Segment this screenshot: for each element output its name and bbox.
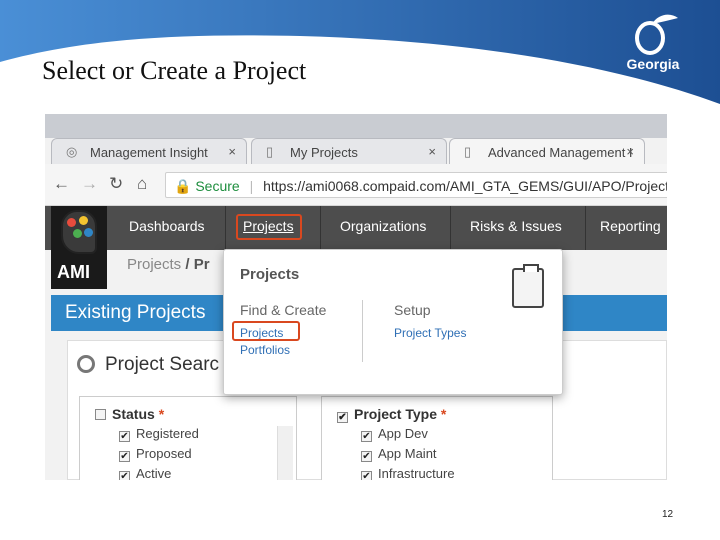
projects-link-highlight xyxy=(232,321,300,341)
secure-label: Secure xyxy=(195,178,240,194)
type-option[interactable]: ✔ Infrastructure xyxy=(361,466,455,480)
lock-icon: 🔒 xyxy=(174,178,192,194)
tab-management-insight[interactable]: ◎ Management Insight × xyxy=(51,138,247,166)
search-title: Project Searc xyxy=(105,354,220,375)
page-number: 12 xyxy=(662,509,674,520)
slide-title: Select or Create a Project xyxy=(42,56,307,85)
tab-label: Management Insight xyxy=(90,145,208,160)
nav-dashboards[interactable]: Dashboards xyxy=(129,218,205,234)
tab-strip xyxy=(45,114,667,138)
forward-icon[interactable]: → xyxy=(81,174,98,194)
status-scrollbar[interactable] xyxy=(277,426,293,480)
nav-organizations[interactable]: Organizations xyxy=(340,218,426,234)
find-create-heading: Find & Create xyxy=(240,302,327,318)
type-option[interactable]: ✔ App Maint xyxy=(361,446,437,462)
menu-divider xyxy=(362,300,363,362)
setup-heading: Setup xyxy=(394,302,431,318)
tab-label: My Projects xyxy=(290,145,358,160)
close-icon[interactable]: × xyxy=(626,144,634,159)
type-select-all-checkbox[interactable]: ✔ xyxy=(337,412,348,423)
clipboard-icon xyxy=(512,264,544,308)
breadcrumb-separator: / xyxy=(185,256,190,273)
status-option[interactable]: ✔ Registered xyxy=(119,426,199,442)
projects-dropdown-menu: Projects Find & Create Projects Portfoli… xyxy=(223,249,563,395)
nav-risks-issues[interactable]: Risks & Issues xyxy=(470,218,562,234)
nav-reporting[interactable]: Reporting xyxy=(600,218,661,234)
status-option[interactable]: ✔ Proposed xyxy=(119,446,192,462)
projects-nav-highlight xyxy=(236,214,302,240)
type-option[interactable]: ✔ App Dev xyxy=(361,426,428,442)
reload-icon[interactable]: ↻ xyxy=(109,174,123,194)
section-title: Existing Projects xyxy=(65,302,206,323)
search-icon xyxy=(77,355,95,373)
dropdown-title: Projects xyxy=(240,266,300,283)
ami-logo-text: AMI xyxy=(57,262,90,282)
peach-icon xyxy=(635,14,678,55)
breadcrumb-current: Pr xyxy=(193,256,210,273)
status-option[interactable]: ✔ Active xyxy=(119,466,171,480)
home-icon[interactable]: ⌂ xyxy=(137,174,147,194)
menu-link-project-types[interactable]: Project Types xyxy=(394,326,466,340)
close-icon[interactable]: × xyxy=(428,144,436,159)
address-bar[interactable]: 🔒 Secure | https://ami0068.compaid.com/A… xyxy=(165,172,667,198)
page-icon: ▯ xyxy=(266,144,274,159)
back-icon[interactable]: ← xyxy=(53,174,70,194)
globe-icon: ◎ xyxy=(66,144,78,159)
brain-icon xyxy=(61,210,97,254)
tab-my-projects[interactable]: ▯ My Projects × xyxy=(251,138,447,166)
tab-label: Advanced Management I xyxy=(488,145,633,160)
page-icon: ▯ xyxy=(464,144,472,159)
menu-link-portfolios[interactable]: Portfolios xyxy=(240,343,290,357)
status-filter-title[interactable]: Status * xyxy=(95,406,164,422)
status-select-all-checkbox[interactable] xyxy=(95,409,106,420)
breadcrumb-projects[interactable]: Projects xyxy=(127,256,181,273)
logo-text: Georgia xyxy=(626,56,680,72)
close-icon[interactable]: × xyxy=(228,144,236,159)
tab-advanced-management[interactable]: ▯ Advanced Management I × xyxy=(449,138,645,166)
browser-toolbar: ← → ↻ ⌂ 🔒 Secure | https://ami0068.compa… xyxy=(45,164,667,206)
georgia-logo: Georgia xyxy=(616,10,690,78)
url-text: https://ami0068.compaid.com/AMI_GTA_GEMS… xyxy=(263,178,667,194)
url-divider: | xyxy=(249,178,254,194)
breadcrumb: Projects / Pr xyxy=(127,256,210,273)
browser-screenshot: ◎ Management Insight × ▯ My Projects × ▯… xyxy=(45,114,667,480)
ami-logo[interactable]: AMI xyxy=(51,206,107,289)
type-filter-title[interactable]: ✔ Project Type * xyxy=(337,406,446,423)
